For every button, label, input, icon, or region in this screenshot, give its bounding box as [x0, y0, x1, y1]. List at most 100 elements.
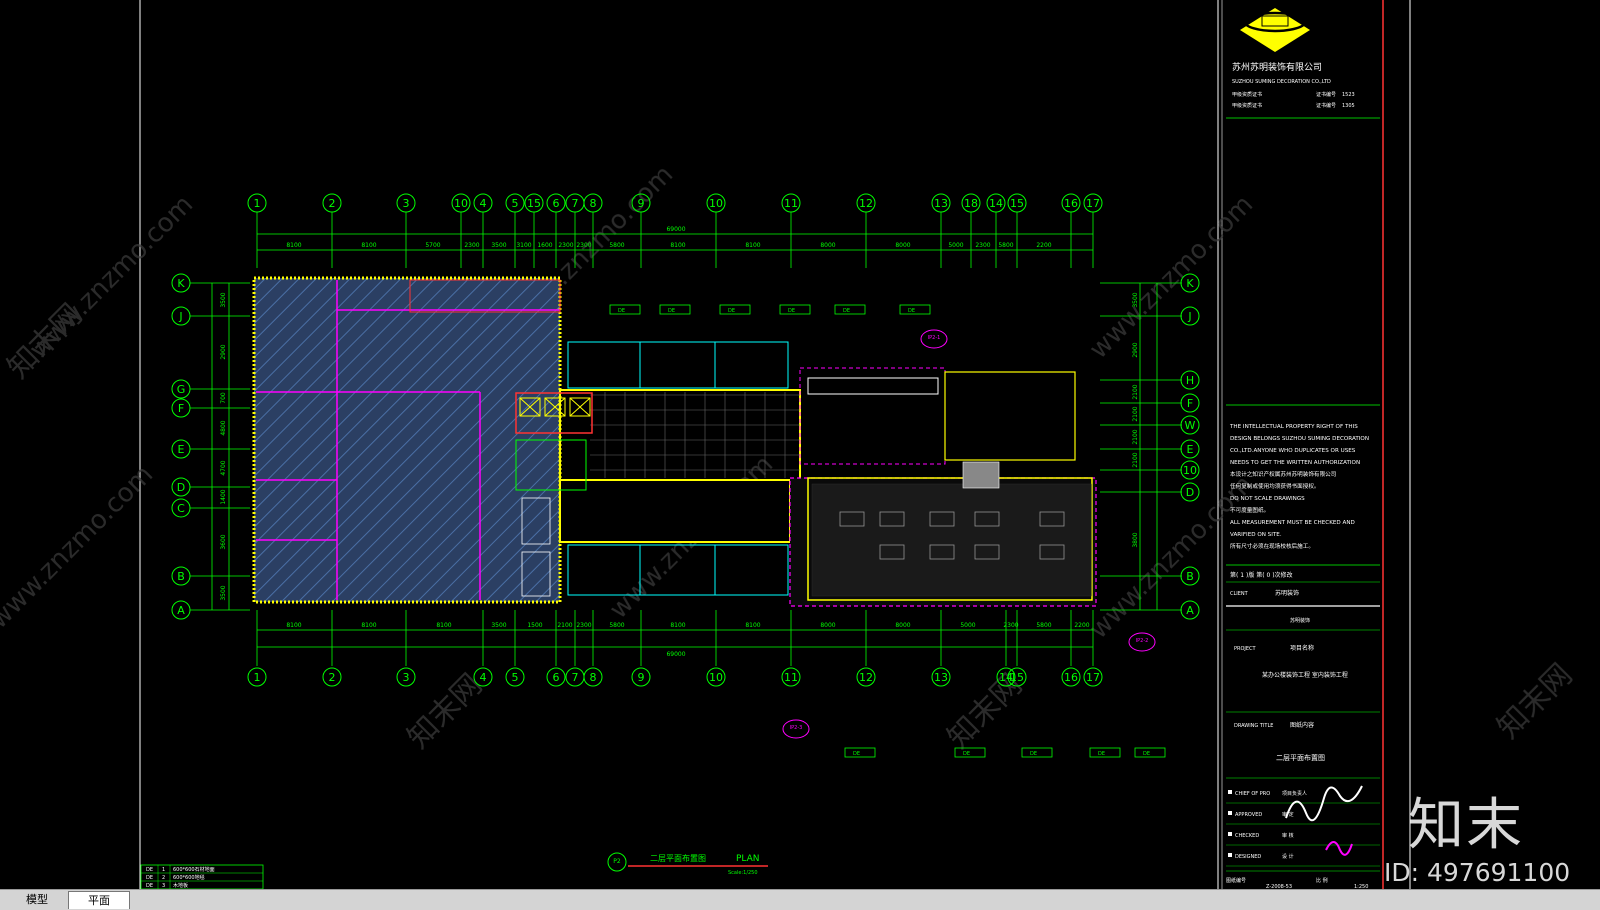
dim-label: 1500: [527, 622, 542, 629]
grid-label: E: [1187, 443, 1194, 456]
plan-title-cn: 二层平面布置图: [650, 853, 706, 863]
dim-label: 5800: [609, 622, 624, 629]
client-cn-mark: 苏明装饰: [1290, 617, 1310, 624]
dim-label: 2100: [1132, 452, 1139, 467]
dim-label: 3100: [516, 242, 531, 249]
plan-title-en: PLAN: [736, 854, 760, 864]
company-name-en: SUZHOU SUMING DECORATION CO.,LTD: [1232, 79, 1331, 85]
drawing-title-label: DRAWING TITLE: [1234, 723, 1273, 729]
grid-label: 18: [964, 197, 978, 210]
project-name: 某办公楼装饰工程 室内装饰工程: [1262, 671, 1348, 679]
dim-label: 2300: [975, 242, 990, 249]
dim-label: 8000: [820, 242, 835, 249]
dim-label: 2100: [1132, 406, 1139, 421]
grid-label: 15: [527, 197, 541, 210]
grid-label: 9: [638, 671, 645, 684]
legend-num: 1: [162, 867, 165, 873]
legend-code: DE: [146, 867, 153, 873]
dim-label: 8100: [286, 242, 301, 249]
legend-num: 2: [162, 875, 165, 881]
layout-tab-bar: 模型 平面: [0, 889, 1600, 910]
dim-label: 4800: [220, 420, 227, 435]
dim-label: 1600: [537, 242, 552, 249]
grid-label: 6: [553, 197, 560, 210]
dim-label: 8100: [361, 622, 376, 629]
grid-label: G: [177, 383, 186, 396]
grid-label: 5: [512, 671, 519, 684]
dim-label: 2200: [1036, 242, 1051, 249]
dim-label: 2300: [1003, 622, 1018, 629]
grid-label: 10: [709, 197, 723, 210]
grid-label: 12: [859, 671, 873, 684]
grid-label: J: [178, 310, 182, 323]
project-value: 项目名称: [1290, 644, 1314, 652]
grid-label: 8: [590, 197, 597, 210]
dim-label: 3500: [1132, 292, 1139, 307]
sign-name: 审 核: [1282, 832, 1294, 839]
plan-scale: Scale:1/250: [728, 870, 758, 876]
grid-label: B: [177, 570, 185, 583]
tab-layout[interactable]: 平面: [68, 891, 130, 909]
sign-role: CHECKED: [1235, 833, 1259, 839]
grid-label: 16: [1064, 197, 1078, 210]
grid-label: 6: [553, 671, 560, 684]
grid-label: 4: [480, 197, 487, 210]
grid-label: 14: [989, 197, 1003, 210]
project-label: PROJECT: [1234, 646, 1257, 652]
cert-text: 1523: [1342, 92, 1355, 98]
grid-label: 9: [638, 197, 645, 210]
dim-label: 5800: [1036, 622, 1051, 629]
grid-label: 13: [934, 671, 948, 684]
grid-label: 10: [1183, 464, 1197, 477]
tab-model[interactable]: 模型: [8, 891, 66, 908]
dim-label: 2100: [557, 622, 572, 629]
total-dim: 69000: [666, 226, 685, 233]
dim-label: 5700: [425, 242, 440, 249]
dim-label: 2900: [1132, 342, 1139, 357]
dim-label: 2100: [1132, 384, 1139, 399]
dim-label: 3800: [1132, 532, 1139, 547]
grid-label: 16: [1064, 671, 1078, 684]
legend-code: DE: [146, 875, 153, 881]
dim-label: 2100: [1132, 429, 1139, 444]
grid-label: 10: [454, 197, 468, 210]
footer-no-label: 图纸编号: [1226, 877, 1246, 884]
dim-label: 8000: [895, 622, 910, 629]
dim-label: 4700: [220, 460, 227, 475]
dim-label: 8100: [361, 242, 376, 249]
dim-label: 700: [220, 392, 227, 404]
note-line: ALL MEASUREMENT MUST BE CHECKED AND: [1230, 520, 1355, 526]
sign-role: DESIGNED: [1235, 854, 1261, 860]
dim-label: 8100: [745, 622, 760, 629]
grid-label: 1: [254, 197, 261, 210]
detail-tag: IP2-3: [790, 725, 803, 731]
client-value: 苏明装饰: [1275, 589, 1299, 597]
revision-status: 第( 1 )版 第( 0 )次修改: [1230, 571, 1293, 579]
note-line: CO.,LTD.ANYONE WHO DUPLICATES OR USES: [1230, 448, 1356, 454]
grid-label: 11: [784, 197, 798, 210]
callout-text: DE: [1030, 751, 1037, 757]
dim-label: 5800: [998, 242, 1013, 249]
pantry: [962, 461, 1000, 489]
cert-text: 甲级资质证书: [1232, 91, 1262, 98]
watermark-logo: 知末: [1408, 793, 1524, 858]
cad-drawing-canvas[interactable]: www.znzmo.com www.znzmo.com www.znzmo.co…: [0, 0, 1600, 909]
dim-label: 8000: [820, 622, 835, 629]
grid-label: K: [177, 277, 185, 290]
atrium-void: [559, 479, 791, 543]
cert-text: 1305: [1342, 103, 1355, 109]
dim-label: 8100: [670, 622, 685, 629]
grid-label: H: [1186, 374, 1194, 387]
dim-label: 5000: [960, 622, 975, 629]
grid-label: D: [177, 481, 185, 494]
grid-label: 17: [1086, 197, 1100, 210]
plan-tag: P2: [613, 858, 621, 865]
grid-label: 4: [480, 671, 487, 684]
dim-label: 3500: [220, 292, 227, 307]
total-dim: 69000: [666, 651, 685, 658]
dim-label: 5000: [948, 242, 963, 249]
client-label: CLIENT: [1230, 591, 1249, 597]
dim-label: 2200: [1074, 622, 1089, 629]
grid-label: 3: [403, 671, 410, 684]
cert-text: 甲级资质证书: [1232, 102, 1262, 109]
